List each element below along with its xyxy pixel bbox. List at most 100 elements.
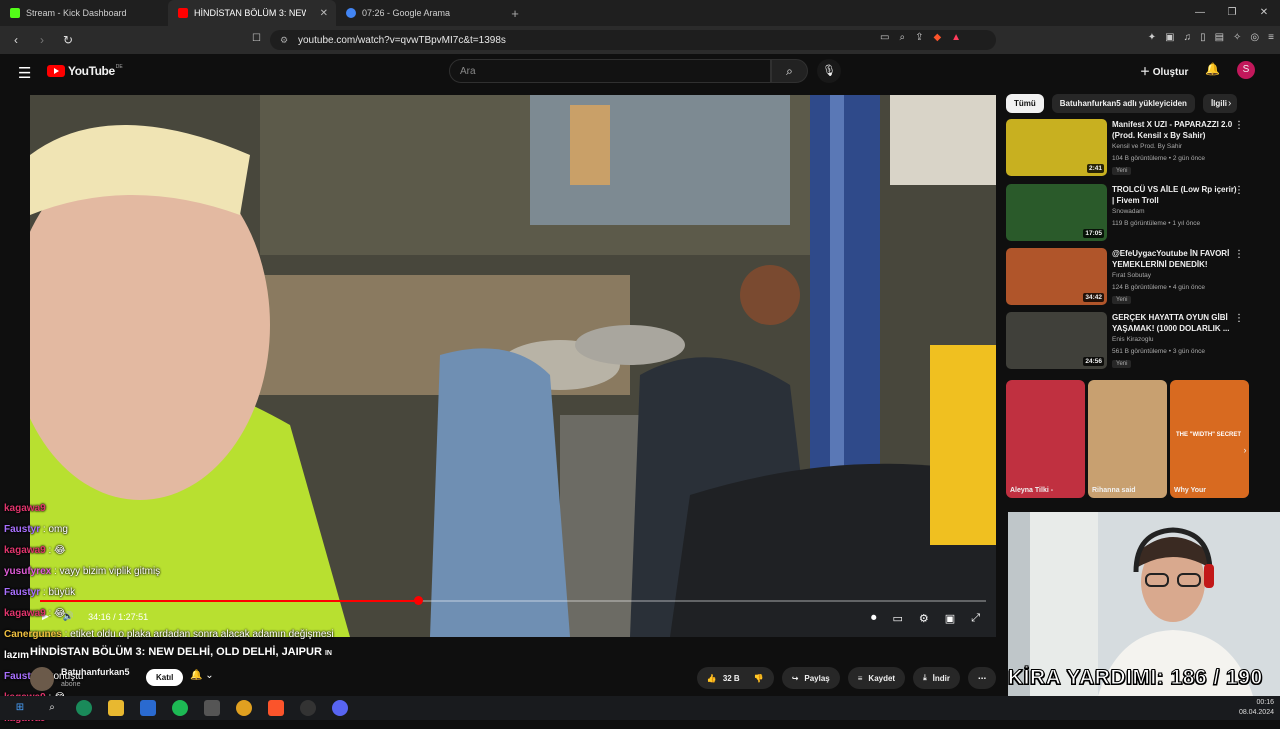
music-icon[interactable]: ♫: [1184, 32, 1192, 43]
edge-icon[interactable]: [76, 700, 92, 716]
close-window-icon[interactable]: ✕: [1248, 0, 1280, 26]
windows-start-icon[interactable]: ⊞: [12, 700, 28, 716]
share-button[interactable]: ↪ Paylaş: [781, 667, 840, 689]
rewards-icon[interactable]: ▲: [951, 32, 961, 43]
recommended-video[interactable]: 24:56 GERÇEK HAYATTA OYUN GİBİ YAŞAMAK! (…: [1006, 312, 1252, 372]
site-info-icon[interactable]: ⚙: [280, 35, 288, 46]
recommended-channel[interactable]: Snowadam: [1112, 208, 1145, 215]
search-input[interactable]: Ara: [449, 59, 771, 83]
screenshot-icon[interactable]: ▣: [1165, 32, 1174, 43]
autoplay-toggle-icon[interactable]: ⏺: [871, 612, 877, 625]
account-avatar[interactable]: S: [1237, 61, 1255, 79]
chip-from-uploader[interactable]: Batuhanfurkan5 adlı yükleyiciden: [1051, 94, 1195, 113]
chat-username: kagawa9: [4, 545, 46, 556]
calculator-icon[interactable]: [204, 700, 220, 716]
chip-all[interactable]: Tümü: [1006, 94, 1044, 113]
browser-tab-bar: Stream - Kick Dashboard HİNDİSTAN BÖLÜM …: [0, 0, 1280, 26]
youtube-logo[interactable]: YouTube DE: [47, 64, 123, 78]
zoom-icon[interactable]: ⌕: [899, 32, 905, 43]
store-icon[interactable]: [140, 700, 156, 716]
channel-name[interactable]: Batuhanfurkan5: [61, 667, 130, 677]
recommended-title[interactable]: @EfeUygacYoutube İN FAVORİ YEMEKLERİNİ D…: [1112, 248, 1240, 270]
settings-gear-icon[interactable]: ⚙: [919, 612, 929, 625]
recommended-title[interactable]: TROLCÜ VS AİLE (Low Rp içerir) | Fivem T…: [1112, 184, 1240, 206]
share-icon[interactable]: ⇪: [915, 32, 923, 43]
leo-icon[interactable]: ✧: [1233, 32, 1241, 43]
video-thumbnail[interactable]: 2:41: [1006, 119, 1107, 176]
chip-related[interactable]: İlgili: [1202, 94, 1237, 113]
back-icon[interactable]: ‹: [6, 33, 26, 47]
shorts-next-icon[interactable]: ›: [1238, 445, 1252, 459]
chat-username: Canergunes: [4, 629, 62, 640]
file-explorer-icon[interactable]: [108, 700, 124, 716]
short-video[interactable]: Aleyna Tilki -: [1006, 380, 1085, 498]
hamburger-menu-icon[interactable]: ☰: [18, 64, 31, 82]
more-options-icon[interactable]: ⋮: [1234, 313, 1244, 324]
close-icon[interactable]: ✕: [320, 8, 328, 19]
taskbar-clock[interactable]: 00:16 08.04.2024: [1239, 698, 1274, 718]
new-tab-button[interactable]: +: [504, 6, 526, 21]
download-button[interactable]: ⤓ İndir: [913, 667, 960, 689]
chat-text: : 😂: [48, 608, 66, 619]
short-caption: Rihanna said: [1092, 487, 1136, 494]
chat-text: : vayy bizim viplik gitmiş: [54, 566, 161, 577]
join-button[interactable]: Katıl: [146, 669, 184, 686]
taskbar-search-icon[interactable]: ⌕: [44, 700, 60, 716]
subtitles-icon[interactable]: ▭: [893, 612, 903, 625]
bookmark-icon[interactable]: ☐: [252, 33, 261, 44]
more-options-icon[interactable]: ⋮: [1234, 249, 1244, 260]
video-thumbnail[interactable]: 34:42: [1006, 248, 1107, 305]
wallet-icon[interactable]: ▤: [1215, 32, 1224, 43]
recommended-video[interactable]: 17:05 TROLCÜ VS AİLE (Low Rp içerir) | Fi…: [1006, 184, 1252, 244]
subscription-bell-icon[interactable]: 🔔 ⌄: [190, 670, 214, 681]
sidebar-icon[interactable]: ▯: [1200, 32, 1206, 43]
microphone-icon[interactable]: 🎙: [817, 59, 841, 83]
vpn-icon[interactable]: ◎: [1250, 32, 1259, 43]
restore-icon[interactable]: ❐: [1216, 0, 1248, 26]
chrome-icon[interactable]: [236, 700, 252, 716]
chevron-right-icon[interactable]: ›: [1228, 98, 1231, 109]
recommended-channel[interactable]: Kensil ve Prod. By Sahir: [1112, 143, 1182, 150]
more-options-icon[interactable]: ⋮: [1234, 185, 1244, 196]
more-actions-icon[interactable]: ⋯: [968, 667, 996, 689]
like-button[interactable]: 👍 32 B 👎: [696, 667, 774, 689]
video-thumbnail[interactable]: 17:05: [1006, 184, 1107, 241]
cast-icon[interactable]: ▭: [880, 32, 889, 43]
recommended-video[interactable]: 2:41 Manifest X UZI - PAPARAZZI 2.0 (Prod…: [1006, 119, 1252, 179]
short-video[interactable]: THE "WIDTH" SECRET Why Your: [1170, 380, 1249, 498]
forward-icon[interactable]: ›: [32, 33, 52, 47]
reload-icon[interactable]: ↻: [58, 33, 78, 47]
search-icon[interactable]: ⌕: [771, 59, 808, 83]
miniplayer-icon[interactable]: ▣: [945, 612, 955, 625]
save-button[interactable]: ≡ Kaydet: [847, 667, 906, 689]
chat-message: yusufyrex : vayy bizim viplik gitmiş: [4, 561, 444, 582]
channel-avatar[interactable]: [30, 667, 54, 691]
create-button[interactable]: ＋ Oluştur: [1140, 63, 1188, 78]
discord-icon[interactable]: [332, 700, 348, 716]
tab-youtube-video[interactable]: HİNDİSTAN BÖLÜM 3: NEW DEL ✕: [168, 0, 336, 26]
shorts-shelf: Aleyna Tilki - Rihanna said THE "WIDTH" SE…: [1006, 380, 1249, 498]
chat-text: : etiket oldu o plaka ardadan sonra alac…: [64, 629, 334, 640]
brave-icon[interactable]: [268, 700, 284, 716]
brave-shield-icon[interactable]: ◆: [933, 32, 941, 43]
minimize-icon[interactable]: —: [1184, 0, 1216, 26]
short-video[interactable]: Rihanna said: [1088, 380, 1167, 498]
obs-icon[interactable]: [300, 700, 316, 716]
spotify-icon[interactable]: [172, 700, 188, 716]
recommended-channel[interactable]: Enis Kirazoglu: [1112, 336, 1154, 343]
recommended-stats: 124 B görüntüleme • 4 gün önce: [1112, 284, 1205, 291]
menu-icon[interactable]: ≡: [1268, 32, 1274, 43]
recommended-channel[interactable]: Fırat Sobutay: [1112, 272, 1151, 279]
recommended-title[interactable]: Manifest X UZI - PAPARAZZI 2.0 (Prod. Ke…: [1112, 119, 1240, 141]
video-thumbnail[interactable]: 24:56: [1006, 312, 1107, 369]
notifications-bell-icon[interactable]: 🔔: [1205, 62, 1220, 76]
tab-google-search[interactable]: 07:26 - Google Arama: [336, 0, 504, 26]
extension-icon[interactable]: ✦: [1148, 32, 1156, 43]
video-title: HİNDİSTAN BÖLÜM 3: NEW DELHİ, OLD DELHİ,…: [30, 646, 332, 658]
tab-kick-dashboard[interactable]: Stream - Kick Dashboard: [0, 0, 168, 26]
recommended-video[interactable]: 34:42 @EfeUygacYoutube İN FAVORİ YEMEKLER…: [1006, 248, 1252, 308]
thumbs-down-icon[interactable]: 👎: [754, 674, 764, 683]
fullscreen-icon[interactable]: ⤢: [971, 612, 980, 625]
recommended-title[interactable]: GERÇEK HAYATTA OYUN GİBİ YAŞAMAK! (1000 …: [1112, 312, 1240, 334]
more-options-icon[interactable]: ⋮: [1234, 120, 1244, 131]
